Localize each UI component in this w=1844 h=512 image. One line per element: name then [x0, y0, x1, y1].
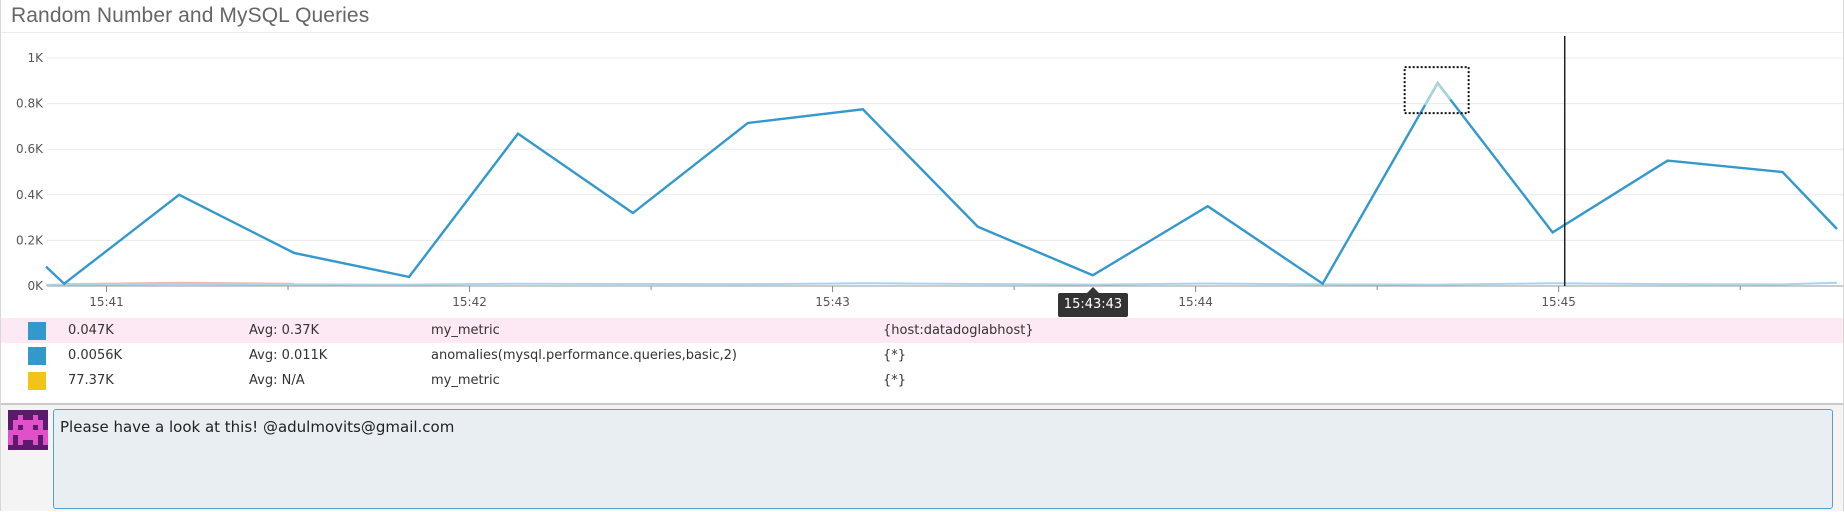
y-tick-label: 0.6K	[16, 142, 44, 156]
legend-metric: my_metric	[431, 373, 500, 388]
legend-row[interactable]: 0.047K Avg: 0.37K my_metric {host:datadogla…	[1, 318, 1843, 343]
x-tick-label: 15:42	[452, 295, 487, 309]
legend-color-swatch	[28, 347, 46, 365]
legend-color-swatch	[28, 322, 46, 340]
y-tick-label: 0.8K	[16, 97, 44, 111]
y-axis: 0K 0.2K 0.4K 0.6K 0.8K 1K	[16, 51, 44, 293]
graph-widget: Random Number and MySQL Queries 0K 0.2K 0.…	[0, 0, 1844, 511]
comment-input[interactable]: Please have a look at this! @adulmovits@…	[53, 409, 1833, 509]
y-tick-label: 0.2K	[16, 233, 44, 247]
anomaly-highlight-box	[1403, 66, 1470, 115]
comment-text: Please have a look at this! @adulmovits@…	[60, 418, 455, 436]
legend-value: 0.047K	[68, 323, 114, 338]
x-tick-label: 15:43	[815, 295, 850, 309]
series-line	[45, 80, 1838, 286]
legend-value: 0.0056K	[68, 348, 123, 363]
legend-row[interactable]: 0.0056K Avg: 0.011K anomalies(mysql.perfor…	[1, 343, 1843, 368]
legend-avg: Avg: N/A	[249, 373, 305, 388]
x-tick-label: 15:44	[1178, 295, 1213, 309]
y-tick-label: 0.4K	[16, 188, 44, 202]
chart-series[interactable]	[45, 80, 1838, 286]
legend-color-swatch	[28, 372, 46, 390]
legend-row[interactable]: 77.37K Avg: N/A my_metric {*}	[1, 368, 1843, 393]
time-tooltip: 15:43:43	[1058, 287, 1128, 317]
legend-scope: {*}	[883, 373, 907, 388]
y-tick-label: 0K	[27, 279, 44, 293]
legend-avg: Avg: 0.37K	[249, 323, 320, 338]
chart-grid	[47, 57, 1843, 287]
y-tick-label: 1K	[27, 51, 44, 65]
legend-metric: anomalies(mysql.performance.queries,basi…	[431, 348, 737, 363]
series-line	[45, 281, 1838, 286]
x-tick-label: 15:45	[1541, 295, 1576, 309]
legend-scope: {host:datadoglabhost}	[883, 323, 1034, 338]
chart-overlays	[1403, 36, 1566, 286]
anomaly-segment	[1423, 80, 1452, 106]
legend-avg: Avg: 0.011K	[249, 348, 328, 363]
x-tick-label: 15:41	[89, 295, 124, 309]
legend-metric: my_metric	[431, 323, 500, 338]
pixel-alien-avatar-icon	[8, 410, 48, 450]
x-axis: 15:41 15:42 15:43 15:44 15:45	[47, 285, 1843, 309]
legend-value: 77.37K	[68, 373, 114, 388]
chart-legend: 0.047K Avg: 0.37K my_metric {host:datadogla…	[1, 318, 1843, 393]
legend-scope: {*}	[883, 348, 907, 363]
timeseries-chart[interactable]: 0K0.2K0.4K0.6K0.8K1K 15:41 15:42 15:43 15:4…	[1, 0, 1843, 320]
